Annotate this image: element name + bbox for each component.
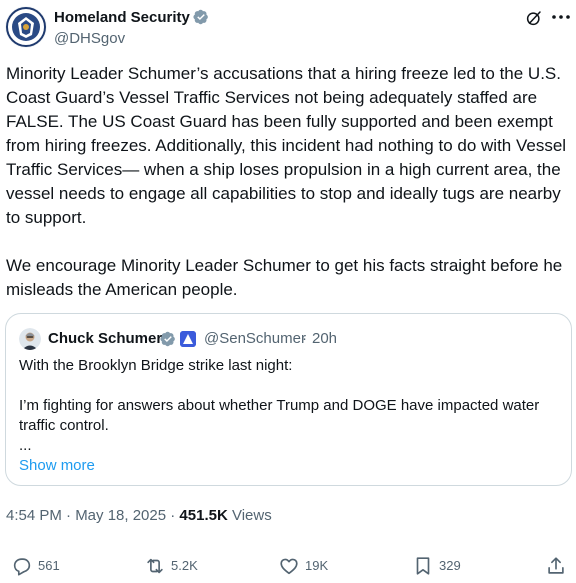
quoted-post-text: With the Brooklyn Bridge strike last nig…: [19, 357, 540, 454]
quoted-author-handle[interactable]: @SenSchumer: [204, 330, 306, 348]
like-icon: [280, 558, 298, 575]
bookmark-icon: [416, 557, 430, 575]
post-header: Homeland Security @DHSgov: [5, 6, 571, 50]
share-icon: [548, 557, 564, 574]
like-count: 19K: [305, 558, 329, 573]
repost-icon: [147, 558, 163, 574]
post-text: Minority Leader Schumer’s accusations th…: [6, 64, 567, 299]
views-count: 451.5K: [179, 507, 228, 524]
reply-count: 561: [38, 558, 60, 573]
like-button[interactable]: 19K: [278, 553, 328, 579]
quoted-author-name[interactable]: Chuck Schumer: [48, 330, 162, 348]
show-more-link[interactable]: Show more: [19, 456, 95, 476]
reply-icon: [13, 558, 31, 576]
author-name-text[interactable]: Homeland Security: [54, 9, 190, 26]
verified-badge-icon: [193, 9, 208, 25]
views-label: Views: [227, 507, 272, 524]
author-name[interactable]: Homeland Security: [54, 9, 209, 27]
quoted-post[interactable]: Chuck Schumer @SenSchumer · 20h With the…: [5, 313, 572, 486]
repost-button[interactable]: 5.2K: [144, 553, 198, 579]
bookmark-button[interactable]: 329: [412, 553, 461, 579]
author-avatar[interactable]: [5, 6, 47, 48]
more-icon[interactable]: [551, 14, 571, 20]
quoted-post-time[interactable]: 20h: [312, 330, 337, 348]
action-bar: 561 5.2K 19K 329: [0, 553, 576, 579]
author-handle[interactable]: @DHSgov: [54, 30, 125, 48]
affiliation-badge-icon: [180, 331, 196, 347]
bookmark-count: 329: [439, 558, 461, 573]
repost-count: 5.2K: [171, 558, 198, 573]
post-timestamp[interactable]: 4:54 PM · May 18, 2025 ·: [6, 507, 179, 524]
share-button[interactable]: [545, 553, 567, 579]
separator-dot: ·: [302, 330, 307, 347]
post-meta: 4:54 PM · May 18, 2025 · 451.5K Views: [6, 506, 272, 526]
quoted-author-avatar[interactable]: [19, 328, 41, 350]
grok-icon[interactable]: [525, 9, 543, 27]
verified-badge-icon: [160, 331, 175, 347]
reply-button[interactable]: 561: [11, 553, 60, 579]
